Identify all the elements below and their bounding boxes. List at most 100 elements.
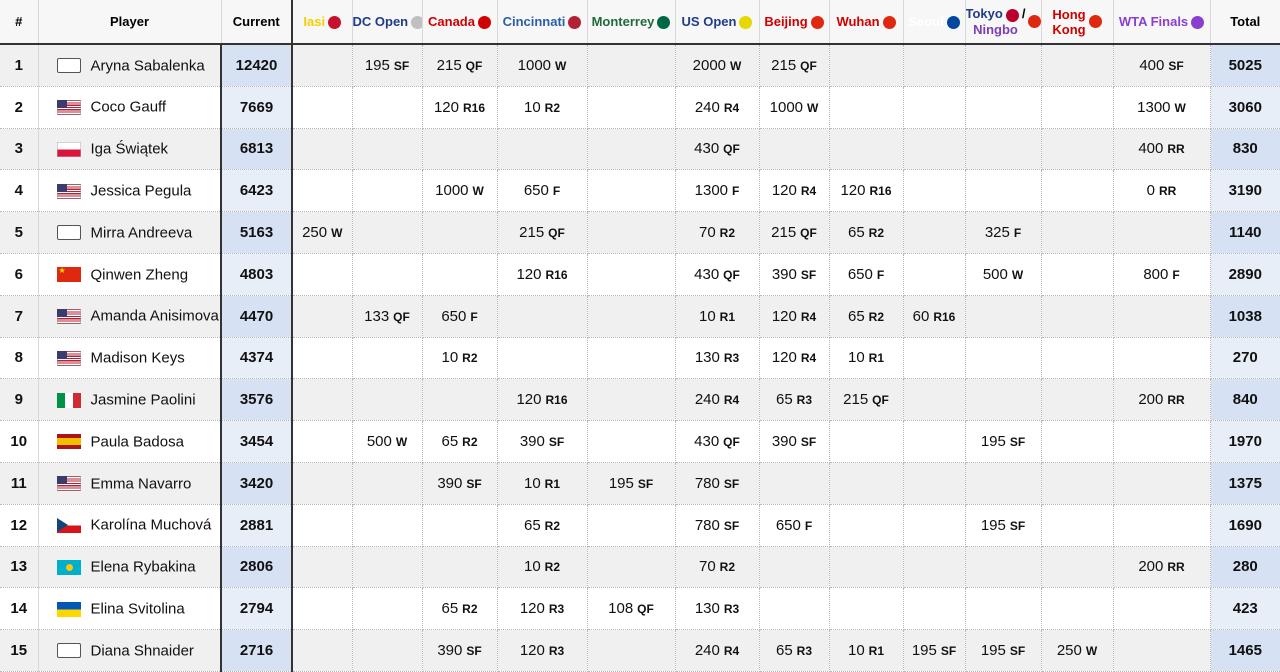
- rank-header[interactable]: #: [0, 0, 39, 45]
- result-cell: 400 SF: [1113, 44, 1211, 87]
- result-points: 65: [441, 433, 459, 451]
- event-header-hong-kong[interactable]: Hong Kong: [1041, 0, 1114, 45]
- player-name[interactable]: Coco Gauff: [91, 99, 167, 116]
- total-points-cell: 1970: [1210, 420, 1280, 463]
- player-name[interactable]: Karolína Muchová: [91, 517, 212, 534]
- result-points: 200: [1138, 558, 1164, 576]
- beijing-icon: [810, 16, 824, 30]
- event-header-iasi[interactable]: Iasi: [292, 0, 353, 45]
- result-cell: 780 SF: [675, 504, 760, 547]
- event-name: DC Open: [352, 13, 409, 29]
- player-cell[interactable]: Amanda Anisimova: [38, 295, 222, 338]
- result-round: W: [472, 184, 484, 199]
- result-cell: [587, 504, 676, 547]
- result-round: R16: [545, 267, 568, 282]
- result-cell: [1041, 504, 1114, 547]
- player-cell[interactable]: Elena Rybakina: [38, 546, 222, 589]
- result-round: QF: [723, 267, 740, 282]
- result-cell: [422, 504, 498, 547]
- result-round: RR: [1167, 393, 1185, 408]
- total-points-cell: 830: [1210, 128, 1280, 171]
- player-cell[interactable]: Coco Gauff: [38, 86, 222, 129]
- event-header-us-open[interactable]: US Open: [675, 0, 760, 45]
- us-open-icon: [739, 16, 753, 30]
- result-cell: 10 R1: [829, 629, 904, 672]
- result-cell: 430 QF: [675, 128, 760, 171]
- player-name[interactable]: Elina Svitolina: [91, 601, 185, 618]
- result-round: R2: [719, 560, 736, 575]
- result-cell: [829, 504, 904, 547]
- result-cell: 120 R4: [759, 169, 830, 213]
- event-header-canada[interactable]: Canada: [422, 0, 498, 45]
- rank-cell: 1: [0, 44, 39, 87]
- result-cell: [965, 462, 1042, 505]
- player-name[interactable]: Mirra Andreeva: [91, 224, 193, 241]
- event-header-monterrey[interactable]: Monterrey: [587, 0, 676, 45]
- player-cell[interactable]: Emma Navarro: [38, 462, 222, 505]
- rank-cell: 5: [0, 211, 39, 254]
- player-name[interactable]: Jasmine Paolini: [91, 392, 196, 409]
- player-cell[interactable]: Paula Badosa: [38, 420, 222, 463]
- result-round: QF: [723, 142, 740, 157]
- player-cell[interactable]: Diana Shnaider: [38, 629, 222, 672]
- total-points-cell: 1690: [1210, 504, 1280, 547]
- player-name[interactable]: Jessica Pegula: [91, 183, 192, 200]
- current-header[interactable]: Current: [221, 0, 293, 45]
- result-points: 390: [519, 433, 545, 451]
- player-name[interactable]: Qinwen Zheng: [91, 266, 189, 283]
- player-name[interactable]: Diana Shnaider: [91, 642, 194, 659]
- result-cell: 240 R4: [675, 378, 760, 422]
- current-points-cell: 7669: [221, 86, 293, 129]
- result-points: 430: [694, 433, 720, 451]
- wta-finals-icon: [1191, 16, 1205, 30]
- player-cell[interactable]: Jasmine Paolini: [38, 378, 222, 422]
- player-name[interactable]: Paula Badosa: [91, 433, 184, 450]
- result-cell: 325 F: [965, 211, 1042, 254]
- result-cell: [292, 86, 353, 129]
- player-cell[interactable]: ★ Qinwen Zheng: [38, 253, 222, 296]
- player-name[interactable]: Emma Navarro: [91, 475, 192, 492]
- czechia-flag-icon: [56, 517, 81, 533]
- result-round: R4: [723, 100, 740, 115]
- player-cell[interactable]: Elina Svitolina: [38, 587, 222, 631]
- player-cell[interactable]: Madison Keys: [38, 337, 222, 380]
- result-round: SF: [548, 435, 565, 450]
- player-cell[interactable]: Mirra Andreeva: [38, 211, 222, 254]
- event-header-dc-open[interactable]: DC Open: [352, 0, 423, 45]
- result-round: QF: [872, 393, 889, 408]
- event-header-seoul[interactable]: Seoul: [903, 0, 966, 45]
- player-header[interactable]: Player: [38, 0, 222, 45]
- italy-flag-icon: [56, 392, 81, 408]
- result-cell: 65 R2: [829, 295, 904, 338]
- result-cell: [829, 546, 904, 589]
- player-name[interactable]: Amanda Anisimova: [91, 308, 219, 325]
- result-cell: [422, 128, 498, 171]
- current-points-cell: 12420: [221, 44, 293, 87]
- table-row: 9 Jasmine Paolini 3576 120 R16 240 R4 65 R3 215 QF…: [0, 378, 1280, 422]
- player-name[interactable]: Madison Keys: [91, 350, 185, 367]
- player-cell[interactable]: Karolína Muchová: [38, 504, 222, 547]
- result-points: 10: [523, 474, 541, 492]
- event-header-cincinnati[interactable]: Cincinnati: [497, 0, 588, 45]
- player-name[interactable]: Iga Świątek: [91, 141, 169, 158]
- result-cell: [422, 546, 498, 589]
- player-name[interactable]: Elena Rybakina: [91, 559, 196, 576]
- player-cell[interactable]: Aryna Sabalenka: [38, 44, 222, 87]
- event-header-wta-finals[interactable]: WTA Finals: [1113, 0, 1211, 45]
- player-name[interactable]: Aryna Sabalenka: [91, 57, 205, 74]
- result-round: SF: [723, 476, 740, 491]
- player-cell[interactable]: Iga Świątek: [38, 128, 222, 171]
- event-name: Cincinnati: [502, 13, 566, 29]
- event-header-wuhan[interactable]: Wuhan: [829, 0, 904, 45]
- event-header-beijing[interactable]: Beijing: [759, 0, 830, 45]
- player-cell[interactable]: Jessica Pegula: [38, 169, 222, 213]
- result-points: 325: [984, 224, 1010, 242]
- total-header[interactable]: Total: [1210, 0, 1280, 45]
- result-cell: 215 QF: [759, 44, 830, 87]
- result-cell: 200 RR: [1113, 546, 1211, 589]
- event-header-tokyo-ningbo[interactable]: Tokyo / Ningbo: [965, 0, 1042, 45]
- result-cell: 10 R1: [497, 462, 588, 505]
- result-round: R16: [933, 309, 956, 324]
- result-cell: 430 QF: [675, 420, 760, 463]
- result-round: R3: [548, 602, 565, 617]
